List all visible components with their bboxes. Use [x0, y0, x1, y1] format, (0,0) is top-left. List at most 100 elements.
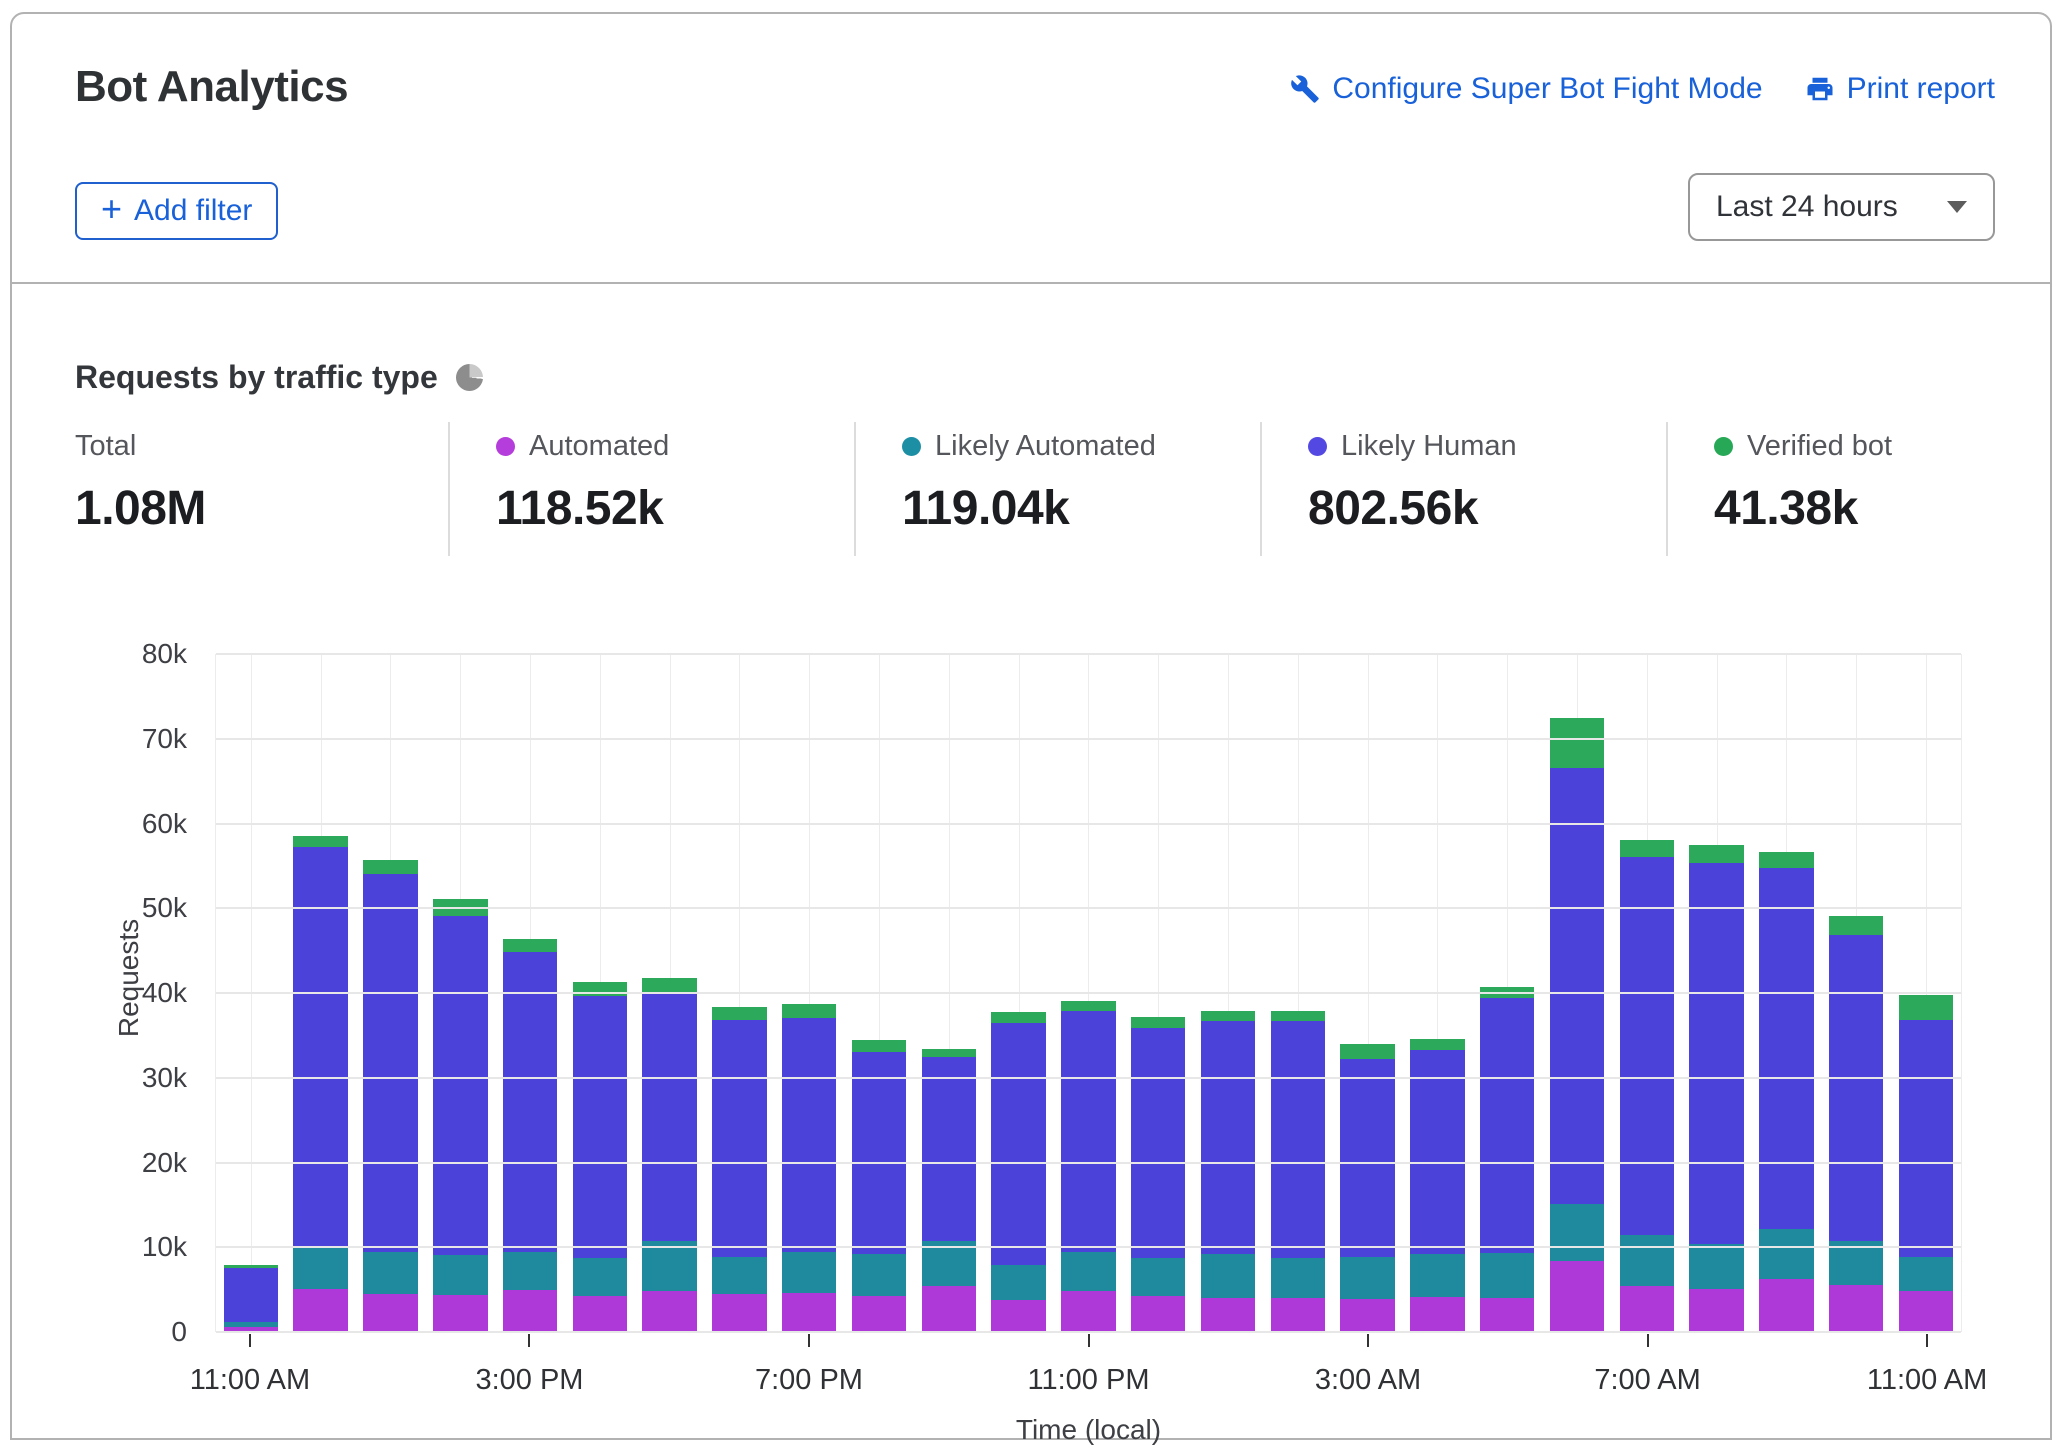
bar-segment [1131, 1017, 1185, 1028]
stat-label: Total [75, 430, 136, 463]
bar-segment [782, 1252, 836, 1293]
header-divider [10, 282, 2052, 284]
stat-value: 802.56k [1308, 481, 1666, 536]
stacked-bar [642, 978, 696, 1332]
y-tick-label: 20k [12, 1147, 187, 1179]
stat-likely-human: Likely Human 802.56k [1260, 422, 1666, 556]
stacked-bar [573, 982, 627, 1332]
x-tick [1647, 1334, 1649, 1347]
bar-segment [1131, 1296, 1185, 1332]
automated-dot [496, 437, 515, 456]
y-tick-label: 0 [12, 1316, 187, 1348]
bar-segment [712, 1294, 766, 1332]
add-filter-label: Add filter [134, 194, 252, 228]
bar-segment [782, 1004, 836, 1018]
bar-segment [1131, 1258, 1185, 1296]
gridline [216, 1162, 1961, 1164]
gridline [216, 992, 1961, 994]
x-tick-label: 3:00 AM [1315, 1364, 1421, 1397]
add-filter-button[interactable]: + Add filter [75, 182, 278, 240]
stacked-bar [1201, 1011, 1255, 1332]
x-tick-label: 7:00 AM [1594, 1364, 1700, 1397]
bar-segment [1061, 1252, 1115, 1292]
bar-segment [1759, 852, 1813, 868]
bar-segment [991, 1300, 1045, 1332]
bar-segment [782, 1018, 836, 1253]
bar-segment [922, 1286, 976, 1332]
bar-segment [1689, 1289, 1743, 1332]
stat-value: 41.38k [1714, 481, 2050, 536]
stacked-bar [293, 836, 347, 1332]
bar-segment [433, 1295, 487, 1332]
bar-segment [1480, 1253, 1534, 1298]
section-title: Requests by traffic type [75, 359, 438, 396]
bar-segment [1480, 1298, 1534, 1332]
bar-segment [642, 1291, 696, 1332]
stacked-bar [1829, 916, 1883, 1332]
bar-segment [1899, 1291, 1953, 1332]
bar-segment [1689, 1244, 1743, 1289]
bar-segment [573, 1258, 627, 1295]
bar-segment [642, 978, 696, 993]
stat-label: Likely Human [1341, 430, 1517, 463]
chevron-down-icon [1947, 201, 1967, 213]
bar-segment [1689, 845, 1743, 863]
time-range-dropdown[interactable]: Last 24 hours [1688, 173, 1995, 241]
print-report-link[interactable]: Print report [1805, 72, 1995, 106]
printer-icon [1805, 74, 1835, 104]
stacked-bar [1550, 718, 1604, 1332]
x-axis-title: Time (local) [215, 1414, 1962, 1446]
bar-segment [363, 1252, 417, 1294]
page-title: Bot Analytics [75, 62, 348, 112]
bar-segment [433, 916, 487, 1255]
bar-segment [712, 1007, 766, 1021]
bar-segment [503, 939, 557, 953]
pie-chart-icon[interactable] [456, 364, 483, 391]
stacked-bar [1620, 840, 1674, 1332]
stacked-bar [1061, 1001, 1115, 1332]
y-tick-label: 30k [12, 1062, 187, 1094]
verified-bot-dot [1714, 437, 1733, 456]
bar-segment [991, 1023, 1045, 1265]
bar-segment [1899, 995, 1953, 1020]
bar-segment [1410, 1254, 1464, 1297]
bar-segment [224, 1268, 278, 1322]
stat-value: 118.52k [496, 481, 854, 536]
stacked-bar [1689, 845, 1743, 1332]
x-tick [249, 1334, 251, 1347]
y-tick-label: 70k [12, 723, 187, 755]
y-tick-label: 10k [12, 1231, 187, 1263]
plus-icon: + [101, 191, 122, 227]
bar-segment [852, 1254, 906, 1296]
bar-segment [852, 1052, 906, 1255]
section-title-row: Requests by traffic type [75, 359, 483, 396]
bar-segment [1340, 1257, 1394, 1299]
header-links: Configure Super Bot Fight Mode Print rep… [1290, 72, 1995, 106]
x-tick-label: 7:00 PM [755, 1364, 863, 1397]
x-tick [528, 1334, 530, 1347]
configure-super-bot-fight-mode-link[interactable]: Configure Super Bot Fight Mode [1290, 72, 1762, 106]
stacked-bar [363, 860, 417, 1332]
stacked-bar [1271, 1011, 1325, 1332]
stacked-bar [712, 1007, 766, 1332]
stat-label: Automated [529, 430, 669, 463]
bar-segment [293, 1289, 347, 1332]
bar-segment [1480, 998, 1534, 1253]
x-tick [1367, 1334, 1369, 1347]
bar-segment [1201, 1021, 1255, 1254]
gridline [216, 653, 1961, 655]
bar-segment [1759, 1229, 1813, 1280]
stat-automated: Automated 118.52k [448, 422, 854, 556]
stacked-bar [1480, 987, 1534, 1332]
bar-segment [642, 993, 696, 1241]
bar-segment [363, 1294, 417, 1332]
bar-segment [991, 1012, 1045, 1023]
bar-segment [1550, 718, 1604, 768]
bar-segment [1759, 868, 1813, 1228]
bar-segment [1131, 1028, 1185, 1259]
bar-segment [712, 1257, 766, 1294]
bar-segment [573, 1296, 627, 1332]
bar-segment [1201, 1011, 1255, 1021]
stat-likely-automated: Likely Automated 119.04k [854, 422, 1260, 556]
time-range-value: Last 24 hours [1716, 190, 1898, 224]
